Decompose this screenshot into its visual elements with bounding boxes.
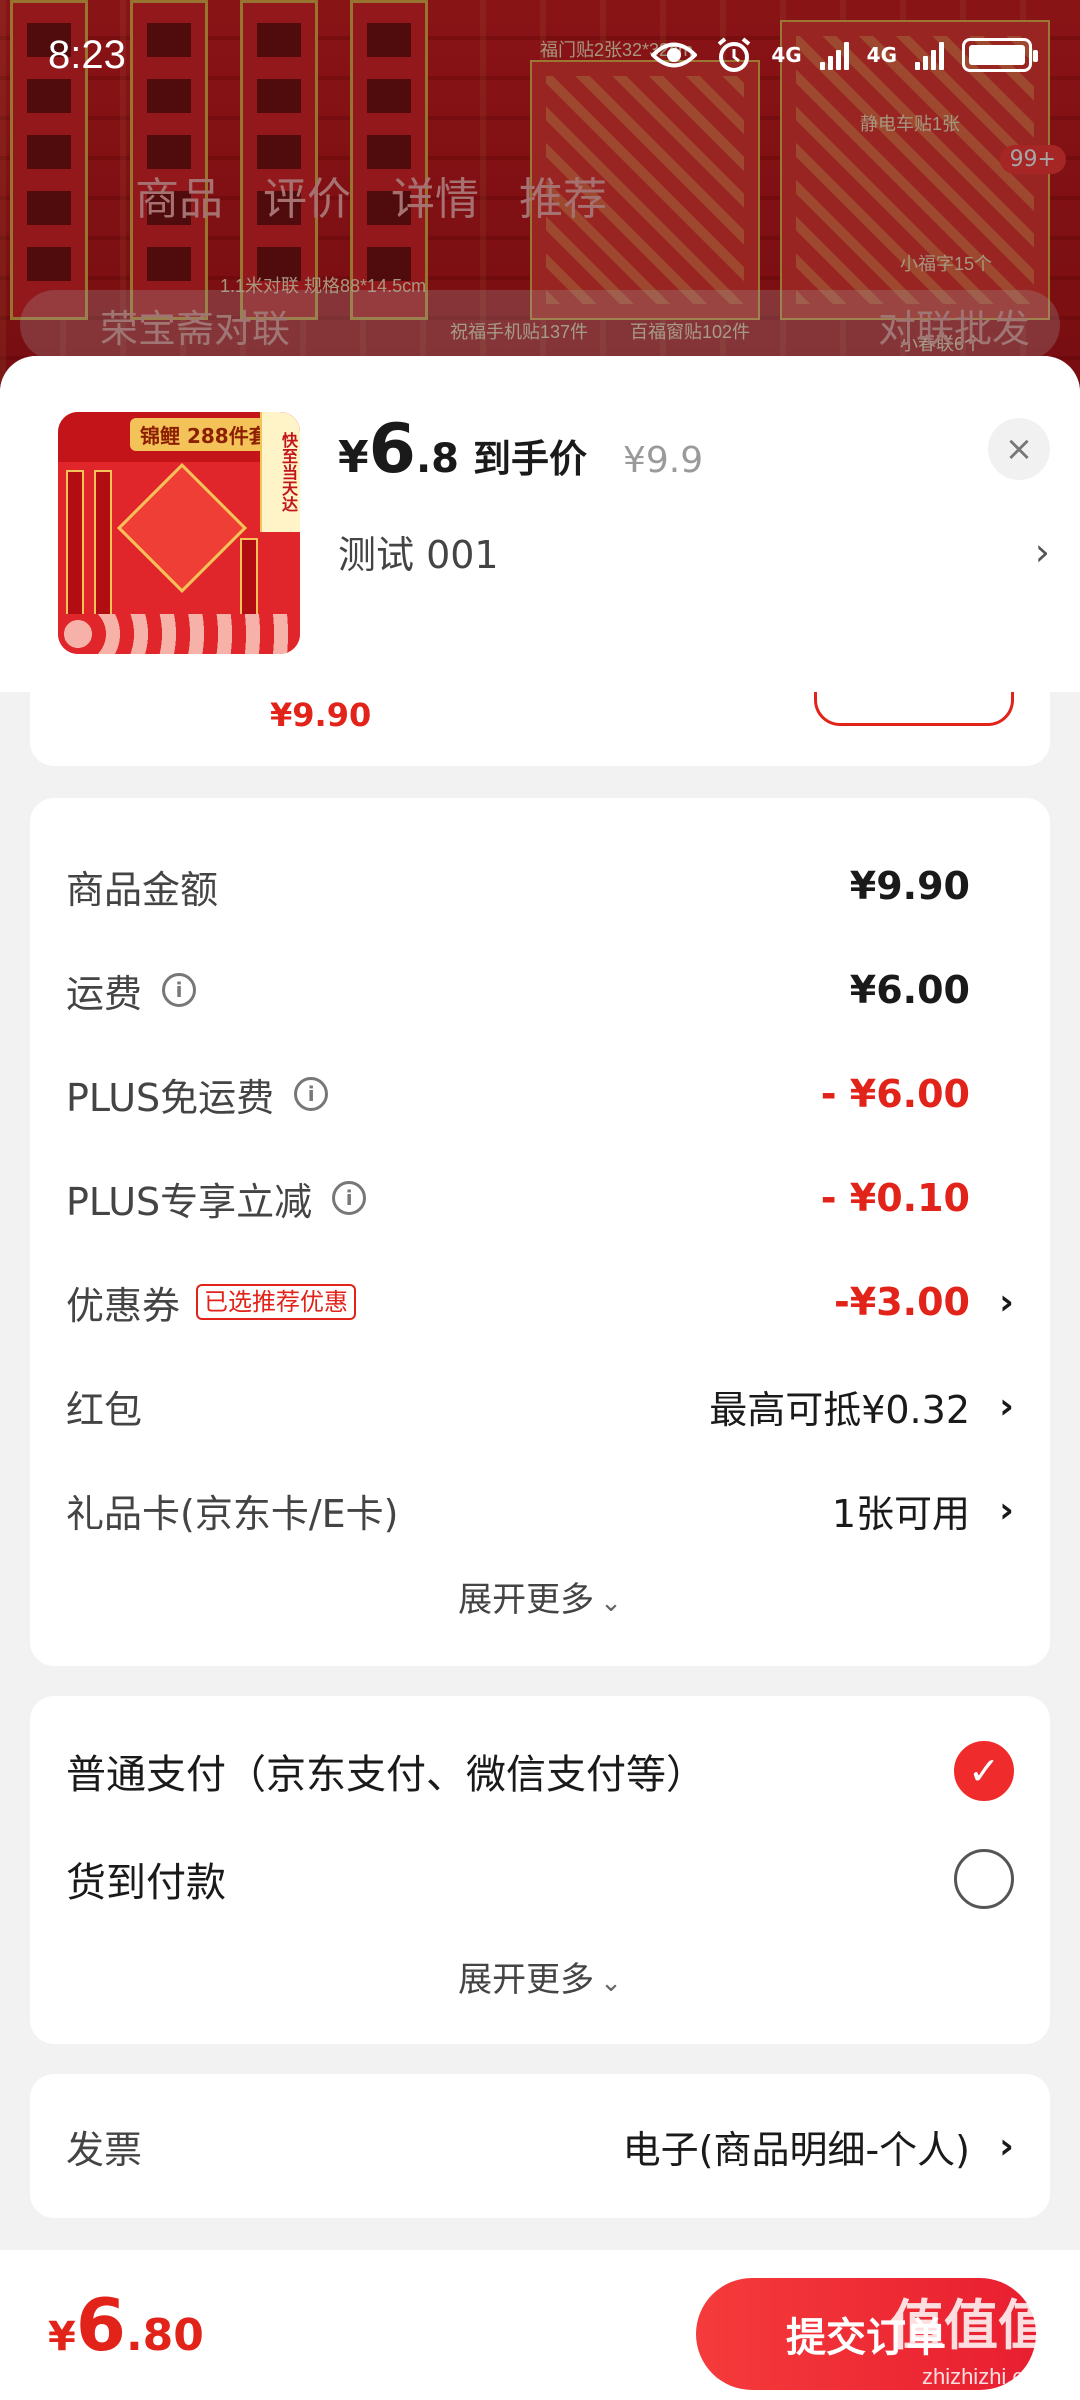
signal-icon — [819, 40, 849, 70]
status-icons: 4G 4G — [651, 36, 1038, 74]
row-label: 红包 — [66, 1387, 143, 1432]
status-time: 8:23 — [48, 32, 126, 77]
amount-row-gift-card[interactable]: 礼品卡(京东卡/E卡) 1张可用 › — [66, 1470, 1014, 1550]
network-type-1: 4G — [771, 43, 802, 67]
row-label: 礼品卡(京东卡/E卡) — [66, 1491, 399, 1536]
price-row: ¥ 6 .8 到手价 ¥9.9 — [338, 416, 703, 484]
row-label-text: PLUS免运费 — [66, 1075, 275, 1120]
thumb-fu-diamond — [116, 462, 248, 594]
price-integer: 6 — [368, 410, 416, 489]
info-icon[interactable]: i — [294, 1077, 329, 1111]
invoice-row[interactable]: 发票 电子(商品明细-个人) › — [66, 2106, 1014, 2186]
amount-row-plus-shipping: PLUS免运费 i - ¥6.00 — [66, 1054, 1014, 1134]
spec-text: 测试 001 — [338, 533, 499, 577]
payment-option-label: 货到付款 — [66, 1860, 226, 1906]
row-label: PLUS专享立减 i — [66, 1171, 367, 1226]
spec-selector[interactable]: 测试 001 › — [338, 524, 1050, 579]
expand-more-label: 展开更多 — [458, 1960, 595, 2000]
amount-row-goods: 商品金额 ¥9.90 — [66, 846, 1014, 926]
original-price: ¥9.9 — [623, 440, 704, 481]
thumb-couplet — [94, 470, 112, 620]
product-header: 锦鲤 288件套 快至当天达 ¥ 6 .8 到手价 ¥9.9 × 测试 001 … — [0, 356, 1080, 692]
row-label: 优惠券 已选推荐优惠 — [66, 1275, 357, 1330]
alarm-icon — [715, 36, 753, 74]
row-value: ¥9.90 — [849, 864, 970, 908]
watermark-logo: 值值值 — [890, 2294, 1052, 2357]
expand-more-button[interactable]: 展开更多 ⌄ — [30, 1572, 1050, 1621]
total-decimal: .80 — [125, 2310, 204, 2361]
row-value: -¥3.00 — [834, 1280, 970, 1324]
eye-icon — [651, 40, 698, 70]
expand-more-button[interactable]: 展开更多 ⌄ — [30, 1952, 1050, 2001]
chevron-down-icon: ⌄ — [600, 1968, 622, 1998]
close-icon: × — [1004, 429, 1034, 469]
row-value: - ¥6.00 — [820, 1072, 970, 1116]
row-value: 最高可抵¥0.32 — [709, 1387, 970, 1432]
thumb-couplet — [240, 538, 258, 618]
thumb-couplet — [66, 470, 84, 620]
row-label-text: 运费 — [66, 971, 143, 1016]
row-label: 商品金额 — [66, 867, 219, 912]
row-value: ¥6.00 — [849, 968, 970, 1012]
row-value: - ¥0.10 — [820, 1176, 970, 1220]
row-label: PLUS免运费 i — [66, 1067, 329, 1122]
amounts-card: 商品金额 ¥9.90 运费 i ¥6.00 PLUS免运费 i - ¥6.00 … — [30, 798, 1050, 1666]
product-thumbnail[interactable]: 锦鲤 288件套 快至当天达 — [58, 412, 300, 654]
battery-fill — [969, 45, 1025, 65]
order-sheet: 锦鲤 288件套 快至当天达 ¥ 6 .8 到手价 ¥9.9 × 测试 001 … — [0, 356, 1080, 2400]
invoice-card[interactable]: 发票 电子(商品明细-个人) › — [30, 2074, 1050, 2218]
chevron-right-icon: › — [999, 1489, 1014, 1531]
radio-unchecked[interactable] — [954, 1849, 1014, 1909]
status-bar: 8:23 4G 4G — [0, 0, 1080, 110]
payment-card: 普通支付（京东支付、微信支付等） ✓ 货到付款 展开更多 ⌄ — [30, 1696, 1050, 2044]
total-price: ¥ 6 .80 — [48, 2289, 204, 2361]
total-integer: 6 — [75, 2283, 126, 2367]
thumb-delivery-tag: 快至当天达 — [260, 412, 300, 532]
network-type-2: 4G — [866, 43, 897, 67]
thumb-title: 锦鲤 288件套 — [130, 418, 279, 451]
price-symbol: ¥ — [338, 432, 369, 483]
amount-row-shipping: 运费 i ¥6.00 — [66, 950, 1014, 1030]
battery-icon — [962, 38, 1038, 72]
price-label: 到手价 — [472, 437, 587, 481]
amount-row-coupon[interactable]: 优惠券 已选推荐优惠 -¥3.00 › — [66, 1262, 1014, 1342]
chevron-right-icon: › — [999, 2125, 1014, 2167]
thumb-bottom-stickers — [58, 614, 300, 654]
invoice-label: 发票 — [66, 2127, 143, 2172]
signal-icon — [915, 40, 944, 70]
watermark-text: zhizhizhi.com — [921, 2364, 1054, 2389]
amount-row-red-packet[interactable]: 红包 最高可抵¥0.32 › — [66, 1366, 1014, 1446]
amount-row-plus-discount: PLUS专享立减 i - ¥0.10 — [66, 1158, 1014, 1238]
radio-checked[interactable]: ✓ — [954, 1741, 1014, 1801]
close-button[interactable]: × — [988, 418, 1050, 480]
chevron-right-icon: › — [999, 1281, 1014, 1323]
coupon-tag: 已选推荐优惠 — [196, 1283, 357, 1321]
payment-option-label: 普通支付（京东支付、微信支付等） — [66, 1752, 706, 1798]
payment-option-normal[interactable]: 普通支付（京东支付、微信支付等） ✓ — [66, 1726, 1014, 1816]
row-label: 运费 i — [66, 963, 197, 1018]
invoice-value: 电子(商品明细-个人) — [622, 2127, 970, 2172]
payment-option-cod[interactable]: 货到付款 — [66, 1834, 1014, 1924]
expand-more-label: 展开更多 — [458, 1580, 595, 1620]
row-value: 1张可用 — [831, 1491, 970, 1536]
info-icon[interactable]: i — [162, 973, 197, 1007]
price-decimal: .8 — [415, 436, 459, 482]
check-icon: ✓ — [968, 1749, 1000, 1793]
chevron-right-icon: › — [1034, 529, 1050, 574]
info-icon[interactable]: i — [332, 1181, 367, 1215]
bottom-bar: ¥ 6 .80 提交订单 值值值 zhizhizhi.com — [0, 2250, 1080, 2400]
row-label-text: 优惠券 — [66, 1283, 181, 1328]
total-symbol: ¥ — [48, 2314, 76, 2360]
chevron-right-icon: › — [999, 1385, 1014, 1427]
row-label-text: PLUS专享立减 — [66, 1179, 313, 1224]
chevron-down-icon: ⌄ — [600, 1588, 622, 1618]
product-item-price: ¥9.90 — [270, 696, 372, 734]
